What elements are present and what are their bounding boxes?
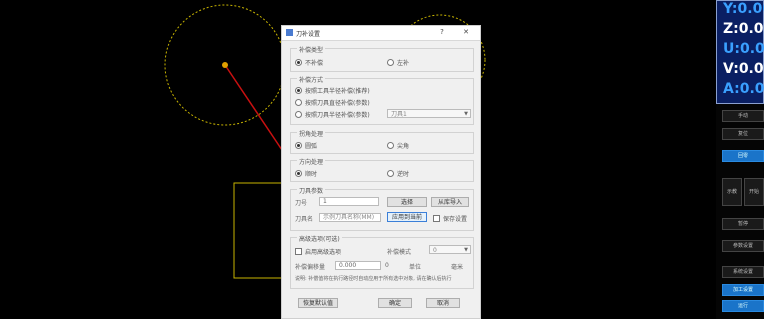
- group-tool-params: 刀具参数 刀号 1 选择 从库导入 刀具名 示例刀具名称(MM) 应用到当前 保…: [290, 186, 474, 231]
- radio-icon: [295, 111, 302, 118]
- radio-icon: [387, 170, 394, 177]
- tool-no-label: 刀号: [295, 200, 308, 207]
- cancel-button[interactable]: 取消: [426, 298, 460, 308]
- panel-button-process[interactable]: 加工设置: [722, 284, 764, 296]
- ok-button[interactable]: 确定: [378, 298, 412, 308]
- mode-select[interactable]: 0 ▼: [429, 245, 471, 254]
- unit-label: 单位: [409, 264, 422, 271]
- radio-icon: [387, 142, 394, 149]
- tool-no-input[interactable]: 1: [319, 197, 379, 206]
- checkbox-label: 保存设置: [443, 216, 468, 223]
- save-checkbox[interactable]: 保存设置: [433, 214, 467, 223]
- close-icon[interactable]: ✕: [460, 28, 472, 38]
- radio-label: 尖角: [397, 143, 410, 150]
- select-value: 0: [433, 247, 437, 254]
- radio-method-c[interactable]: 按照刀具半径补偿(参数): [295, 110, 370, 119]
- tool-comp-dialog: 刀补设置 ? ✕ 补偿类型 不补偿 左补 补偿方式 按照工具半径补偿(推荐) 按…: [281, 25, 481, 319]
- group-title: 方向处理: [297, 157, 326, 166]
- group-advanced: 高级选项(可选) 启用高级选项 补偿模式 0 ▼ 补偿偏移量 0.000 0 单…: [290, 234, 474, 289]
- radio-arc[interactable]: 圆弧: [295, 141, 317, 150]
- panel-button-params[interactable]: 参数设置: [722, 240, 764, 252]
- radio-icon: [295, 59, 302, 66]
- tool-select[interactable]: 刀具1 ▼: [387, 109, 471, 118]
- panel-button-reset[interactable]: 复位: [722, 128, 764, 140]
- input-value: 示例刀具名称(MM): [323, 214, 375, 221]
- radio-label: 按照刀具半径补偿(参数): [305, 112, 370, 119]
- radio-label: 不补偿: [305, 60, 324, 67]
- dialog-title: 刀补设置: [296, 31, 321, 38]
- chevron-down-icon: ▼: [464, 247, 468, 253]
- offset-mid: 0: [385, 262, 389, 269]
- radio-icon: [295, 170, 302, 177]
- panel-button-teach[interactable]: 示教: [722, 178, 742, 206]
- checkbox-icon: [295, 248, 302, 255]
- radio-icon: [295, 87, 302, 94]
- tool-name-input[interactable]: 示例刀具名称(MM): [319, 213, 381, 222]
- radio-icon: [387, 59, 394, 66]
- app-icon: [286, 29, 293, 36]
- radio-label: 按照工具半径补偿(推荐): [305, 88, 370, 95]
- advanced-checkbox[interactable]: 启用高级选项: [295, 247, 341, 256]
- radio-left-comp[interactable]: 左补: [387, 58, 409, 67]
- checkbox-label: 启用高级选项: [305, 249, 342, 256]
- group-comp-method: 补偿方式 按照工具半径补偿(推荐) 按照刀具直径补偿(参数) 按照刀具半径补偿(…: [290, 75, 474, 125]
- radio-no-comp[interactable]: 不补偿: [295, 58, 323, 67]
- coordinate-display: Y:0.00 Z:0.00 U:0.00 V:0.00 A:0.00: [716, 0, 764, 104]
- offset-input[interactable]: 0.000: [335, 261, 381, 270]
- group-title: 补偿类型: [297, 45, 326, 54]
- coord-u: U:0.00: [723, 41, 764, 57]
- group-title: 拐角处理: [297, 129, 326, 138]
- coord-a: A:0.00: [723, 81, 764, 97]
- group-comp-type: 补偿类型 不补偿 左补: [290, 45, 474, 72]
- coord-y: Y:0.00: [723, 1, 764, 17]
- select-button[interactable]: 选择: [387, 197, 427, 207]
- radio-icon: [295, 99, 302, 106]
- radio-method-a[interactable]: 按照工具半径补偿(推荐): [295, 86, 370, 95]
- radio-sharp[interactable]: 尖角: [387, 141, 409, 150]
- panel-button-home[interactable]: 回零: [722, 150, 764, 162]
- radio-label: 逆时: [397, 171, 410, 178]
- panel-button-system[interactable]: 系统设置: [722, 266, 764, 278]
- apply-button[interactable]: 应用到当前: [387, 212, 427, 222]
- dialog-titlebar: 刀补设置 ? ✕: [282, 26, 480, 41]
- panel-button-run[interactable]: 运行: [722, 300, 764, 312]
- panel-button-manual[interactable]: 手动: [722, 110, 764, 122]
- unit-value: 毫米: [451, 264, 464, 271]
- panel-button-pause[interactable]: 暂停: [722, 218, 764, 230]
- center-point: [222, 62, 228, 68]
- mode-label: 补偿模式: [387, 249, 412, 256]
- checkbox-icon: [433, 215, 440, 222]
- radio-method-b[interactable]: 按照刀具直径补偿(参数): [295, 98, 370, 107]
- import-button[interactable]: 从库导入: [431, 197, 469, 207]
- group-title: 补偿方式: [297, 75, 326, 84]
- radio-label: 圆弧: [305, 143, 318, 150]
- rectangle: [233, 182, 283, 279]
- tool-name-label: 刀具名: [295, 216, 314, 223]
- select-value: 刀具1: [391, 111, 407, 118]
- coord-v: V:0.00: [723, 61, 764, 77]
- group-corner: 拐角处理 圆弧 尖角: [290, 129, 474, 154]
- group-direction: 方向处理 顺时 逆时: [290, 157, 474, 182]
- radio-label: 按照刀具直径补偿(参数): [305, 100, 370, 107]
- coord-z: Z:0.00: [723, 21, 764, 37]
- input-value: 1: [323, 198, 327, 205]
- radio-label: 左补: [397, 60, 410, 67]
- radio-label: 顺时: [305, 171, 318, 178]
- radio-cw[interactable]: 顺时: [295, 169, 317, 178]
- radio-icon: [295, 142, 302, 149]
- advanced-note: 说明: 补偿值将在执行路径时自动应用于所有选中对象, 请在确认后执行: [295, 276, 452, 282]
- restore-defaults-button[interactable]: 恢复默认值: [298, 298, 338, 308]
- group-title: 刀具参数: [297, 186, 326, 195]
- group-title: 高级选项(可选): [297, 234, 342, 243]
- help-button[interactable]: ?: [436, 28, 448, 38]
- red-line: [224, 64, 283, 151]
- radio-ccw[interactable]: 逆时: [387, 169, 409, 178]
- panel-button-start[interactable]: 开始: [744, 178, 764, 206]
- offset-label: 补偿偏移量: [295, 264, 326, 271]
- chevron-down-icon: ▼: [464, 111, 468, 117]
- input-value: 0.000: [339, 262, 357, 269]
